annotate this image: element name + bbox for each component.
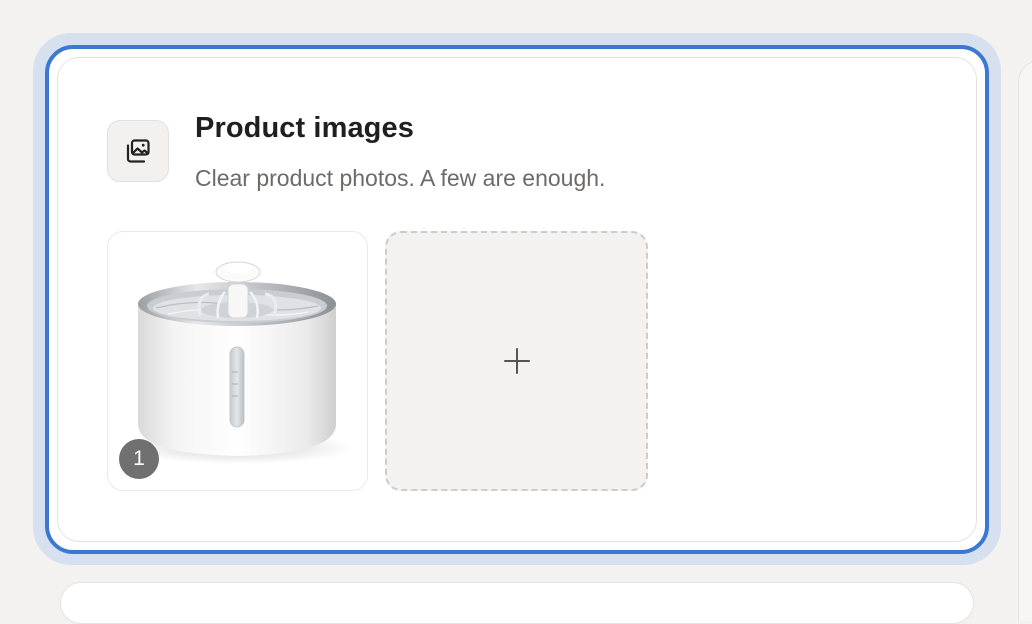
next-section-card: [60, 582, 974, 624]
section-title: Product images: [195, 112, 414, 144]
image-gallery-icon: [107, 120, 169, 182]
adjacent-panel-edge: [1018, 60, 1032, 621]
add-image-button[interactable]: [385, 231, 648, 491]
product-image-thumbnail[interactable]: 1: [107, 231, 368, 491]
section-subtitle: Clear product photos. A few are enough.: [195, 165, 606, 191]
plus-icon: [503, 348, 530, 374]
image-position-badge: 1: [119, 439, 159, 479]
